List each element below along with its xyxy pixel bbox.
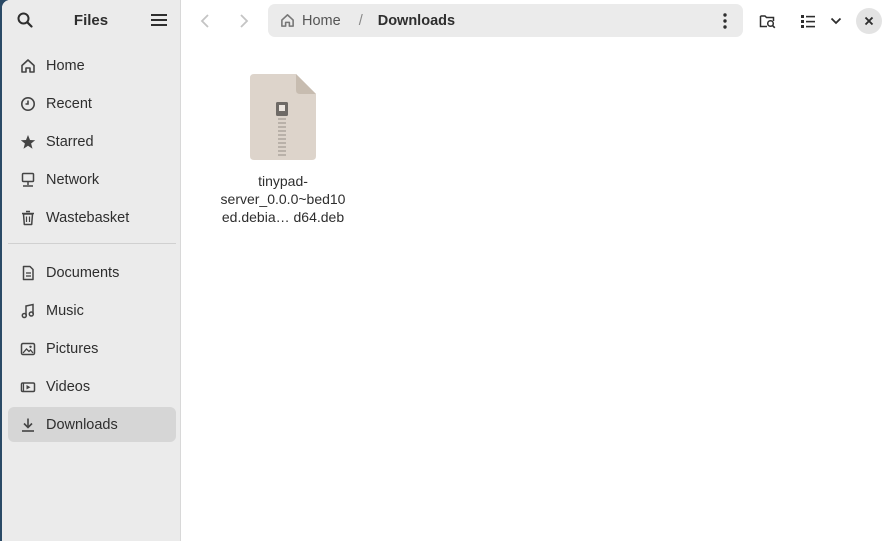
sidebar-item-music[interactable]: Music xyxy=(8,293,176,328)
path-menu-button[interactable] xyxy=(709,4,741,37)
home-icon xyxy=(281,14,294,27)
video-icon xyxy=(20,379,36,395)
sidebar-item-label: Music xyxy=(46,302,84,319)
picture-icon xyxy=(20,341,36,357)
breadcrumb-home[interactable]: Home xyxy=(280,13,341,29)
sidebar-item-label: Wastebasket xyxy=(46,209,130,226)
sidebar-item-label: Home xyxy=(46,57,85,74)
view-list-button[interactable] xyxy=(791,4,825,38)
file-name-line: ed.debia… d64.deb xyxy=(221,209,345,225)
sidebar-item-videos[interactable]: Videos xyxy=(8,369,176,404)
sidebar-item-network[interactable]: Network xyxy=(8,162,176,197)
sidebar-item-wastebasket[interactable]: Wastebasket xyxy=(8,200,176,235)
sidebar-item-documents[interactable]: Documents xyxy=(8,255,176,290)
sidebar-item-pictures[interactable]: Pictures xyxy=(8,331,176,366)
close-button[interactable] xyxy=(856,8,882,34)
network-icon xyxy=(20,172,36,188)
sidebar-item-label: Downloads xyxy=(46,416,118,433)
file-name: tinypad- server_0.0.0~bed10 ed.debia… d6… xyxy=(215,172,351,226)
document-icon xyxy=(20,265,36,281)
download-icon xyxy=(20,417,36,433)
sidebar-item-starred[interactable]: Starred xyxy=(8,124,176,159)
chevron-right-icon xyxy=(240,14,249,28)
path-bar: Home / Downloads xyxy=(268,4,743,37)
back-button[interactable] xyxy=(188,4,222,38)
music-icon xyxy=(20,303,36,319)
star-icon xyxy=(20,134,36,150)
sidebar-item-label: Recent xyxy=(46,95,92,112)
sidebar-item-label: Videos xyxy=(46,378,91,395)
file-name-line: tinypad- xyxy=(258,173,308,189)
list-view-icon xyxy=(801,15,815,28)
clock-icon xyxy=(20,96,36,112)
chevron-left-icon xyxy=(200,14,209,28)
sidebar-item-home[interactable]: Home xyxy=(8,48,176,83)
search-folder-button[interactable] xyxy=(750,4,784,38)
trash-icon xyxy=(20,210,36,226)
file-item[interactable]: tinypad- server_0.0.0~bed10 ed.debia… d6… xyxy=(215,72,351,226)
vertical-dots-icon xyxy=(723,12,727,29)
sidebar-item-label: Network xyxy=(46,171,100,188)
sidebar-item-recent[interactable]: Recent xyxy=(8,86,176,121)
files-window: Files Home Recent Starred Network Wasteb… xyxy=(2,0,892,541)
archive-file-icon xyxy=(250,74,316,160)
sidebar-header: Files xyxy=(2,0,180,41)
main-menu-button[interactable] xyxy=(142,3,176,37)
home-icon xyxy=(20,58,36,74)
view-options-button[interactable] xyxy=(826,4,846,38)
sidebar-item-label: Documents xyxy=(46,264,120,281)
breadcrumb-current[interactable]: Downloads xyxy=(378,13,455,29)
close-icon xyxy=(864,16,874,26)
sidebar: Files Home Recent Starred Network Wasteb… xyxy=(2,0,181,541)
folder-search-icon xyxy=(759,15,775,29)
hamburger-icon xyxy=(151,14,167,26)
sidebar-item-downloads[interactable]: Downloads xyxy=(8,407,176,442)
sidebar-separator xyxy=(8,243,176,244)
file-name-line: server_0.0.0~bed10 xyxy=(220,191,346,207)
forward-button[interactable] xyxy=(227,4,261,38)
places-list: Home Recent Starred Network Wastebasket … xyxy=(8,48,176,445)
breadcrumb-separator: / xyxy=(358,12,363,29)
main-view: Home / Downloads tinypad- server_0.0.0~b… xyxy=(182,0,892,541)
chevron-down-icon xyxy=(830,17,842,25)
sidebar-item-label: Pictures xyxy=(46,340,99,357)
breadcrumb-home-label: Home xyxy=(302,12,341,29)
sidebar-item-label: Starred xyxy=(46,133,94,150)
